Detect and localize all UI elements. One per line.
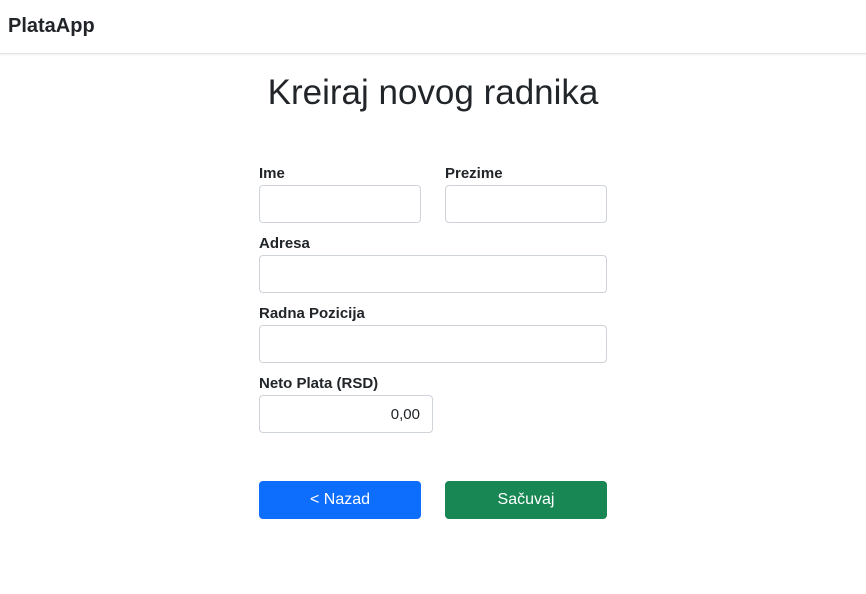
brand-link[interactable]: PlataApp [8, 15, 95, 38]
save-button[interactable]: Sačuvaj [445, 481, 607, 519]
net-salary-label: Neto Plata (RSD) [259, 375, 379, 392]
net-salary-input[interactable] [259, 395, 433, 433]
page-title: Kreiraj novog radnika [267, 73, 599, 112]
position-label: Radna Pozicija [259, 305, 365, 322]
first-name-input[interactable] [259, 185, 421, 223]
back-button[interactable]: < Nazad [259, 481, 421, 519]
first-name-label: Ime [259, 165, 285, 182]
last-name-label: Prezime [445, 165, 503, 182]
address-input[interactable] [259, 255, 607, 293]
last-name-input[interactable] [445, 185, 607, 223]
address-label: Adresa [259, 235, 310, 252]
navbar: PlataApp [0, 0, 866, 54]
position-input[interactable] [259, 325, 607, 363]
